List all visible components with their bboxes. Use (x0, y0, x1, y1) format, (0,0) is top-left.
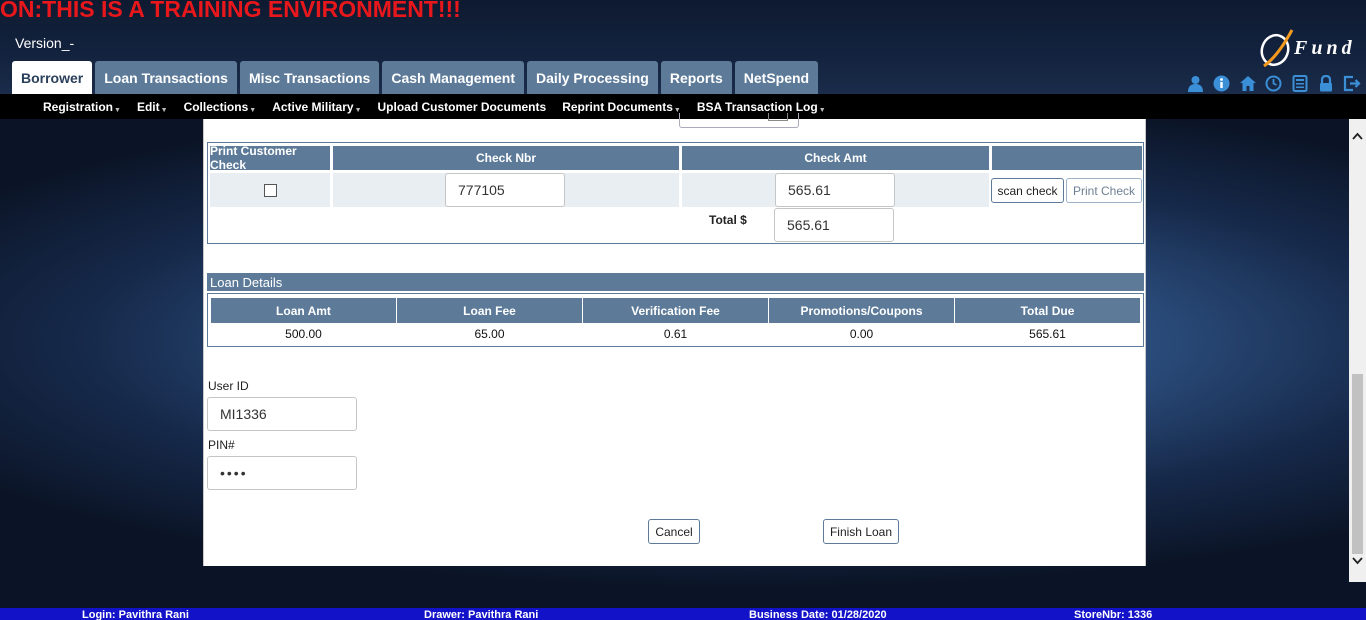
subnav-edit[interactable]: Edit ▼ (137, 100, 168, 114)
subnav-bsa-transaction-log[interactable]: BSA Transaction Log ▼ (697, 100, 826, 114)
user-id-label: User ID (208, 379, 249, 393)
subnav-active-military[interactable]: Active Military ▼ (272, 100, 361, 114)
tab-misc-transactions[interactable]: Misc Transactions (239, 61, 380, 94)
verification-fee-value: 0.61 (663, 327, 688, 341)
chevron-down-icon: ▼ (160, 106, 168, 114)
tab-cash-management[interactable]: Cash Management (382, 61, 525, 94)
header-check-nbr: Check Nbr (333, 146, 679, 170)
status-store-number: StoreNbr: 1336 (1074, 609, 1153, 620)
header-total-due: Total Due (955, 298, 1140, 323)
logo-text: Fund (1293, 37, 1356, 59)
pin-label: PIN# (208, 438, 235, 452)
total-due-value: 565.61 (1029, 327, 1066, 341)
loan-details-title: Loan Details (207, 273, 1144, 291)
user-id-input[interactable]: MI1336 (207, 397, 357, 431)
header-actions (992, 146, 1142, 170)
header-promotions-coupons: Promotions/Coupons (769, 298, 954, 323)
tab-daily-processing[interactable]: Daily Processing (527, 61, 658, 94)
tab-reports[interactable]: Reports (660, 61, 732, 94)
pin-input[interactable]: •••• (207, 456, 357, 490)
header-loan-fee: Loan Fee (397, 298, 582, 323)
check-nbr-input[interactable]: 777105 (445, 173, 565, 207)
training-environment-banner: ON:THIS IS A TRAINING ENVIRONMENT!!! (0, 0, 461, 22)
tab-loan-transactions[interactable]: Loan Transactions (95, 61, 237, 94)
header-verification-fee: Verification Fee (583, 298, 768, 323)
tab-borrower[interactable]: Borrower (12, 61, 93, 94)
status-business-date: Business Date: 01/28/2020 (749, 609, 887, 620)
partial-select-field[interactable] (679, 113, 799, 128)
promotions-coupons-value: 0.00 (849, 327, 874, 341)
subnav-registration[interactable]: Registration ▼ (43, 100, 121, 114)
scrollbar-thumb[interactable] (1352, 374, 1363, 554)
print-customer-check-checkbox[interactable] (264, 184, 277, 197)
loan-details-table: Loan Amt Loan Fee Verification Fee Promo… (207, 293, 1144, 347)
header-check-amt: Check Amt (682, 146, 989, 170)
cancel-button[interactable]: Cancel (648, 519, 700, 544)
loan-form-panel: Print Customer Check Check Nbr Check Amt… (203, 113, 1146, 566)
finish-loan-button[interactable]: Finish Loan (823, 519, 899, 544)
subnav-reprint-documents[interactable]: Reprint Documents ▼ (562, 100, 681, 114)
chevron-down-icon: ▼ (114, 106, 121, 114)
scroll-down-icon[interactable] (1349, 552, 1366, 569)
header-loan-amt: Loan Amt (211, 298, 396, 323)
loan-amt-value: 500.00 (285, 327, 322, 341)
subnav-upload-customer-documents[interactable]: Upload Customer Documents (378, 100, 547, 114)
user-icon[interactable] (1186, 74, 1205, 93)
scroll-up-icon[interactable] (1349, 127, 1366, 144)
clock-icon[interactable] (1264, 74, 1283, 93)
print-check-button[interactable]: Print Check (1066, 178, 1142, 203)
subnav-collections[interactable]: Collections ▼ (184, 100, 257, 114)
vertical-scrollbar[interactable] (1349, 119, 1366, 582)
home-icon[interactable] (1238, 74, 1257, 93)
header-icon-bar (1186, 74, 1361, 93)
total-label: Total $ (709, 213, 747, 227)
chevron-down-icon: ▼ (354, 106, 362, 114)
tab-netspend[interactable]: NetSpend (734, 61, 819, 94)
qfund-logo-mark: Fund (1260, 29, 1356, 68)
status-bar: Login: Pavithra Rani Drawer: Pavithra Ra… (0, 608, 1366, 620)
chevron-down-icon: ▼ (818, 106, 826, 114)
loan-fee-value: 65.00 (474, 327, 505, 341)
version-label: Version_- (15, 35, 75, 51)
check-amt-input[interactable]: 565.61 (775, 173, 895, 207)
info-icon[interactable] (1212, 74, 1231, 93)
calculator-icon[interactable] (1290, 74, 1309, 93)
top-header: ON:THIS IS A TRAINING ENVIRONMENT!!! Ver… (0, 0, 1366, 94)
total-amount-input[interactable]: 565.61 (774, 208, 894, 242)
status-login: Login: Pavithra Rani (82, 609, 189, 620)
status-drawer: Drawer: Pavithra Rani (424, 609, 539, 620)
check-table: Print Customer Check Check Nbr Check Amt… (207, 142, 1144, 244)
chevron-down-icon: ▼ (249, 106, 257, 114)
header-print-customer-check: Print Customer Check (210, 144, 330, 172)
lock-icon[interactable] (1316, 74, 1335, 93)
logout-icon[interactable] (1342, 74, 1361, 93)
main-tabs: Borrower Loan Transactions Misc Transact… (12, 61, 819, 94)
qfund-logo: Fund (1258, 26, 1362, 72)
scan-check-button[interactable]: scan check (991, 178, 1064, 203)
